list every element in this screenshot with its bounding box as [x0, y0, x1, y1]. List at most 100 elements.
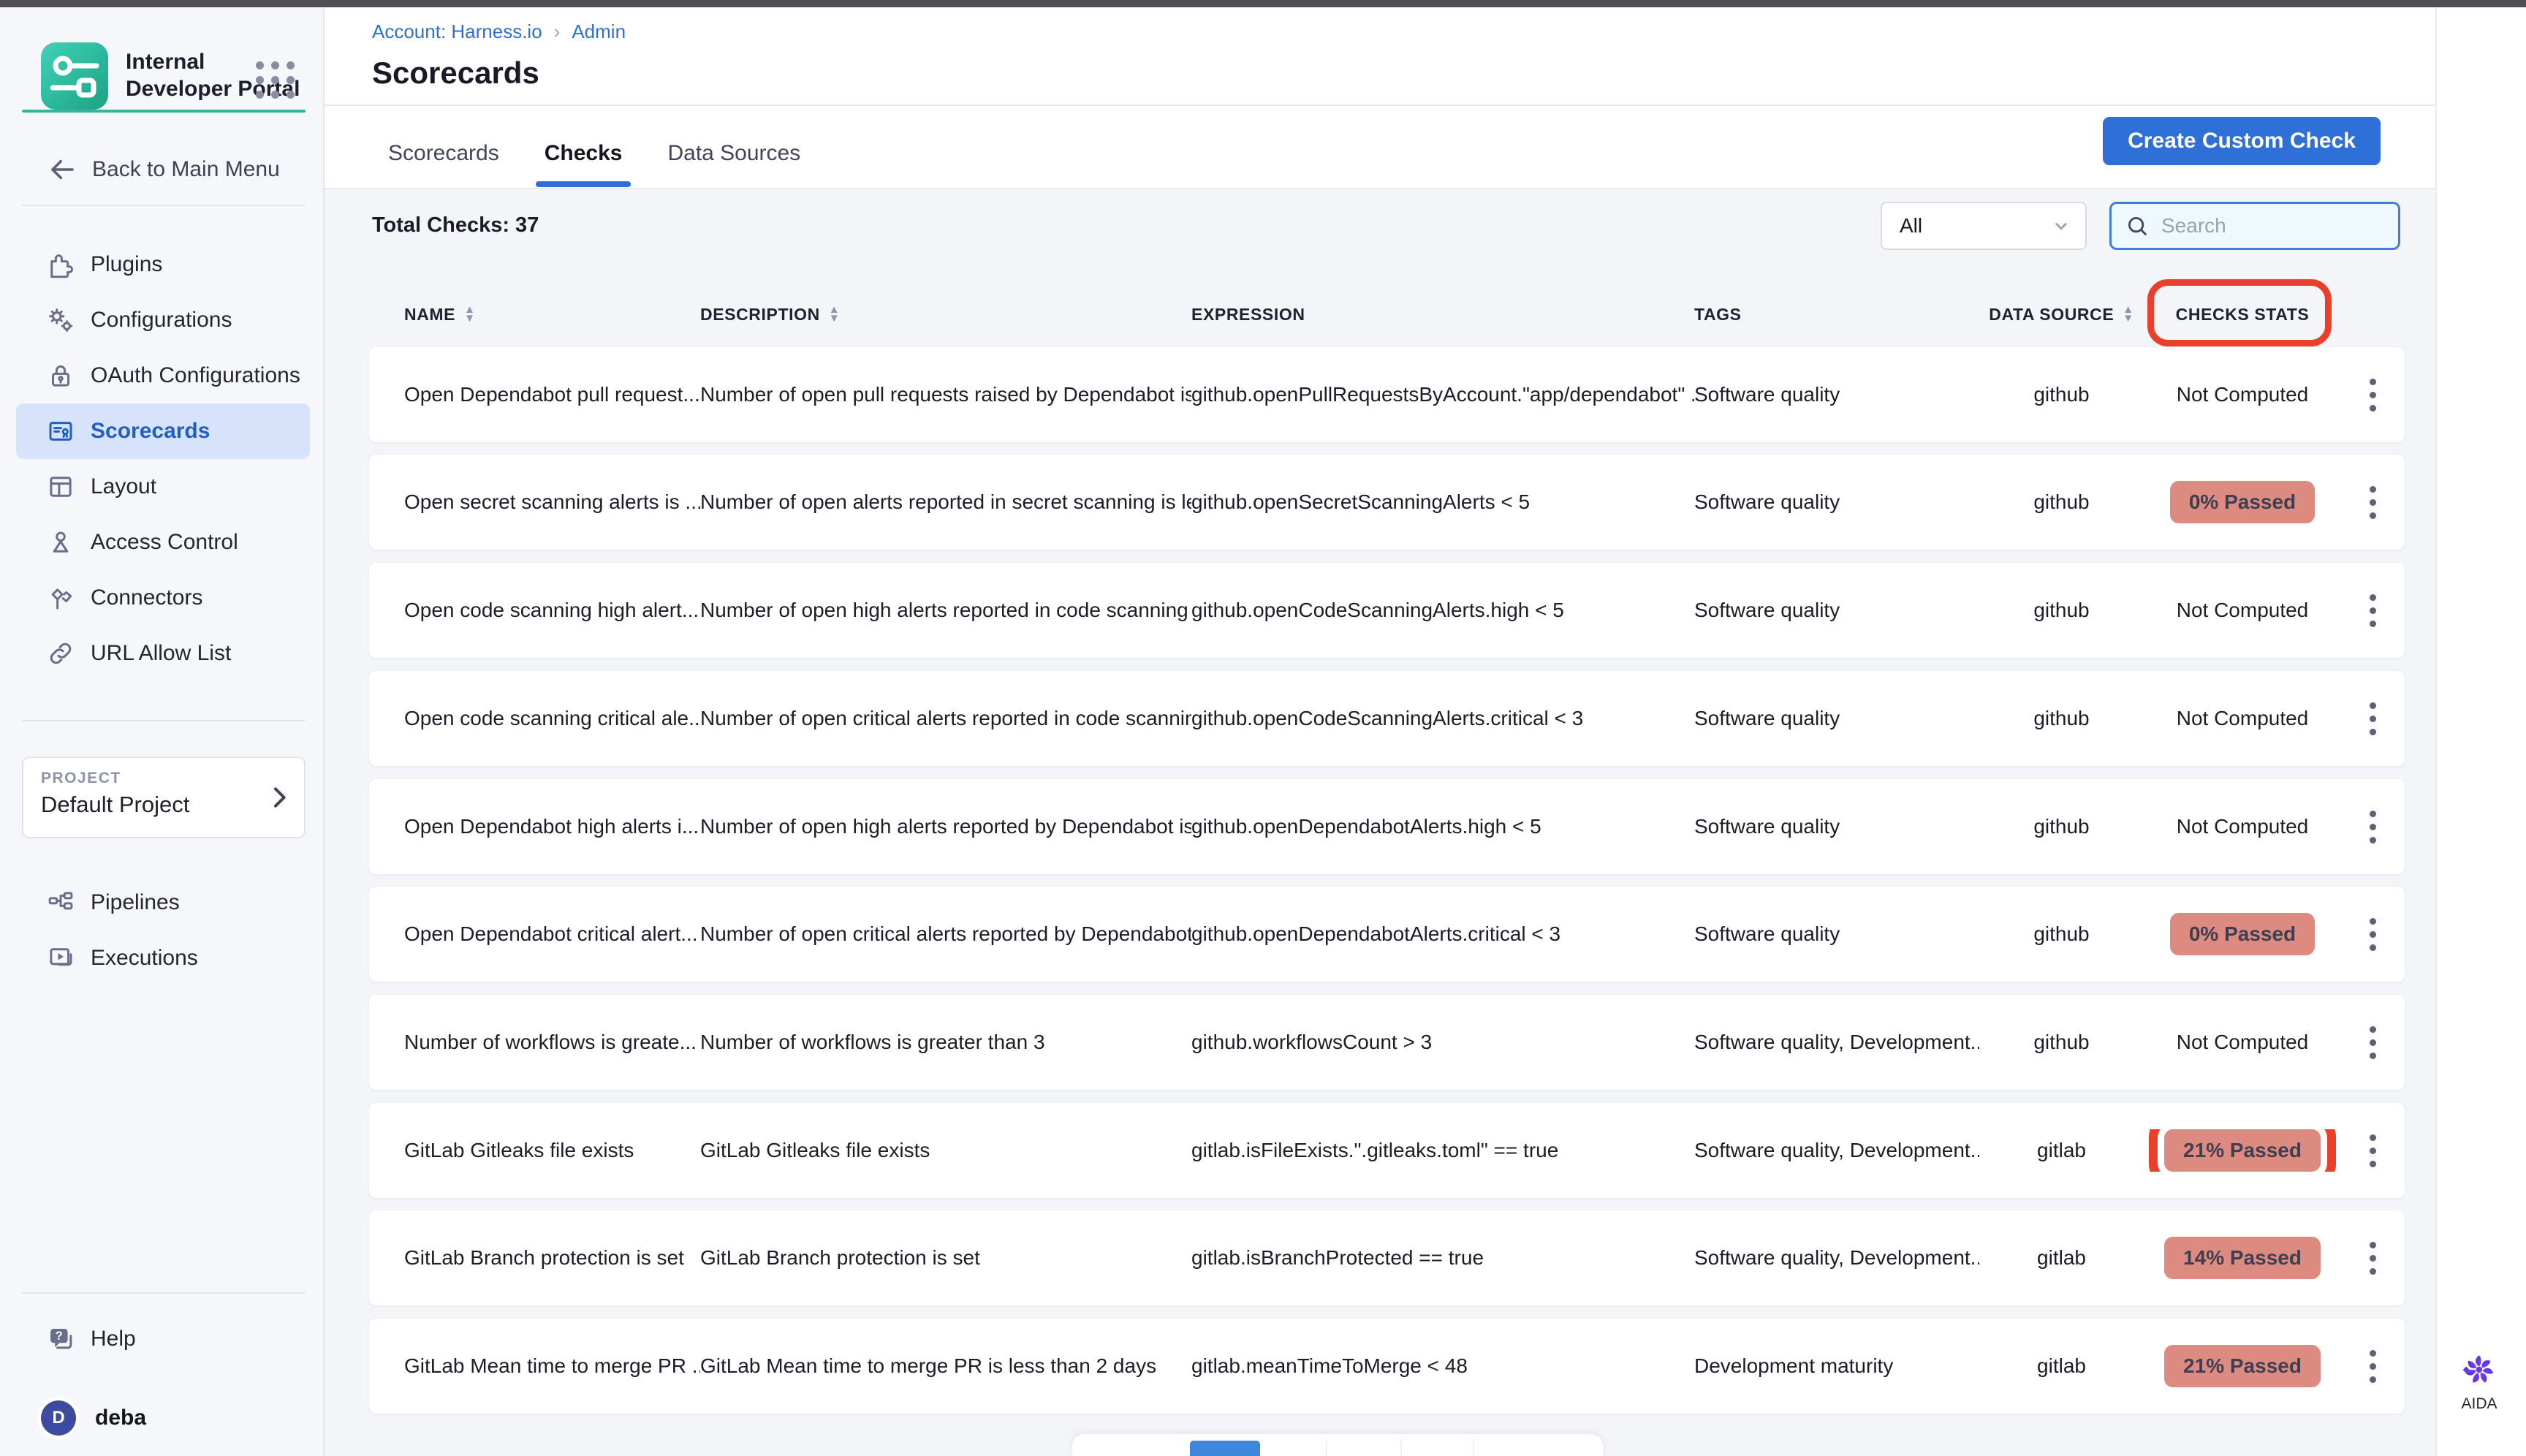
column-label: NAME: [404, 305, 455, 325]
sidebar-item-pipelines[interactable]: Pipelines: [16, 875, 310, 930]
sidebar-item-scorecards[interactable]: Scorecards: [16, 403, 310, 459]
primary-nav: Plugins Configurations OAuth Configuration…: [16, 237, 310, 681]
table-row: GitLab Mean time to merge PR ...GitLab M…: [369, 1319, 2405, 1414]
gears-icon: [45, 305, 76, 335]
kebab-menu-icon[interactable]: [2341, 379, 2405, 412]
kebab-menu-icon[interactable]: [2341, 918, 2405, 951]
total-checks-count: Total Checks: 37: [372, 213, 539, 238]
check-stats: Not Computed: [2144, 815, 2341, 838]
breadcrumb-admin-link[interactable]: Admin: [572, 20, 626, 43]
kebab-menu-icon[interactable]: [2341, 594, 2405, 627]
filter-selected-value: All: [1900, 214, 2050, 238]
kebab-menu-icon[interactable]: [2341, 811, 2405, 843]
pagination-active-page[interactable]: [1190, 1441, 1260, 1456]
check-description: GitLab Gitleaks file exists: [700, 1139, 1191, 1162]
aida-label: AIDA: [2450, 1395, 2508, 1413]
fork-icon: [45, 583, 76, 613]
breadcrumb-account-link[interactable]: Account: Harness.io: [372, 20, 542, 43]
sidebar-item-executions[interactable]: Executions: [16, 930, 310, 986]
sort-icon[interactable]: ▲▼: [829, 306, 840, 323]
sidebar-item-label: Layout: [91, 474, 156, 499]
sidebar-item-label: Executions: [91, 946, 198, 971]
check-description: GitLab Branch protection is set: [700, 1246, 1191, 1270]
row-actions-cell: [2341, 379, 2405, 412]
check-stats: 14% Passed: [2144, 1237, 2341, 1279]
check-stats: 0% Passed: [2144, 481, 2341, 523]
sidebar-item-oauth-configurations[interactable]: OAuth Configurations: [16, 348, 310, 403]
sidebar-item-layout[interactable]: Layout: [16, 459, 310, 515]
sidebar-item-access-control[interactable]: Access Control: [16, 515, 310, 570]
sort-icon[interactable]: ▲▼: [2123, 306, 2134, 323]
search-input[interactable]: [2160, 213, 2382, 238]
checks-stats-badge: 14% Passed: [2164, 1237, 2321, 1279]
check-tags: Software quality: [1694, 383, 1979, 406]
table-row: GitLab Branch protection is setGitLab Br…: [369, 1210, 2405, 1305]
tab-data-sources[interactable]: Data Sources: [667, 119, 800, 188]
check-description: Number of workflows is greater than 3: [700, 1031, 1191, 1054]
play-icon: [45, 943, 76, 974]
aida-assistant-button[interactable]: AIDA: [2450, 1351, 2508, 1413]
sidebar-item-label: Configurations: [91, 308, 232, 333]
check-expression: gitlab.isFileExists.".gitleaks.toml" == …: [1191, 1139, 1694, 1162]
column-header-name[interactable]: NAME ▲▼: [404, 305, 700, 325]
help-nav: ?Help: [16, 1311, 310, 1367]
back-to-main-menu[interactable]: Back to Main Menu: [47, 151, 280, 189]
checks-stats-badge-annotated: 21% Passed: [2164, 1129, 2321, 1172]
row-actions-cell: [2341, 486, 2405, 519]
arrow-left-icon: [47, 154, 77, 185]
table-row: Open code scanning critical ale...Number…: [369, 671, 2405, 766]
tab-checks[interactable]: Checks: [545, 119, 623, 188]
sidebar-item-plugins[interactable]: Plugins: [16, 237, 310, 292]
table-row: Number of workflows is greate...Number o…: [369, 995, 2405, 1090]
check-stats: Not Computed: [2144, 707, 2341, 730]
sidebar-item-label: URL Allow List: [91, 641, 231, 666]
kebab-menu-icon[interactable]: [2341, 702, 2405, 735]
sidebar-item-connectors[interactable]: Connectors: [16, 570, 310, 626]
column-header-checks-stats: CHECKS STATS: [2144, 305, 2341, 325]
check-name: Open Dependabot pull request...: [404, 383, 700, 406]
row-actions-cell: [2341, 918, 2405, 951]
kebab-menu-icon[interactable]: [2341, 1026, 2405, 1059]
column-label: DESCRIPTION: [700, 305, 820, 325]
sort-icon[interactable]: ▲▼: [464, 306, 475, 323]
help-icon: ?: [45, 1324, 76, 1354]
app-switcher-icon[interactable]: [256, 61, 295, 99]
sidebar-item-label: Pipelines: [91, 890, 180, 915]
sidebar-item-url-allow-list[interactable]: URL Allow List: [16, 626, 310, 681]
table-row: Open secret scanning alerts is ...Number…: [369, 455, 2405, 550]
sidebar-item-configurations[interactable]: Configurations: [16, 292, 310, 348]
person-icon: [45, 527, 76, 558]
check-tags: Development maturity: [1694, 1354, 1979, 1378]
pagination-bar[interactable]: [1072, 1434, 1603, 1456]
check-name: Number of workflows is greate...: [404, 1031, 700, 1054]
data-source-filter-select[interactable]: All: [1881, 202, 2087, 250]
check-data-source: gitlab: [1979, 1139, 2144, 1162]
column-header-data-source[interactable]: DATA SOURCE▲▼: [1979, 305, 2144, 325]
project-label: PROJECT: [41, 770, 121, 787]
create-custom-check-button[interactable]: Create Custom Check: [2103, 117, 2381, 165]
user-menu[interactable]: D deba: [16, 1390, 310, 1446]
svg-text:?: ?: [56, 1329, 63, 1343]
kebab-menu-icon[interactable]: [2341, 1134, 2405, 1167]
check-description: Number of open alerts reported in secret…: [700, 490, 1191, 514]
check-tags: Software quality, Development...: [1694, 1246, 1979, 1270]
kebab-menu-icon[interactable]: [2341, 1350, 2405, 1383]
window-top-strip: [0, 0, 2526, 7]
checks-stats-text: Not Computed: [2177, 599, 2309, 621]
puzzle-icon: [45, 249, 76, 280]
kebab-menu-icon[interactable]: [2341, 1242, 2405, 1275]
check-tags: Software quality: [1694, 490, 1979, 514]
column-header-description[interactable]: DESCRIPTION ▲▼: [700, 305, 1191, 325]
column-header-expression: EXPRESSION: [1191, 305, 1694, 325]
check-data-source: github: [1979, 1031, 2144, 1054]
kebab-menu-icon[interactable]: [2341, 486, 2405, 519]
tab-scorecards[interactable]: Scorecards: [388, 119, 499, 188]
project-selector[interactable]: PROJECT Default Project: [22, 757, 306, 838]
row-actions-cell: [2341, 1026, 2405, 1059]
check-data-source: github: [1979, 922, 2144, 946]
table-row: Open Dependabot critical alert...Number …: [369, 887, 2405, 982]
checks-stats-text: Not Computed: [2177, 707, 2309, 729]
check-stats: 21% Passed: [2144, 1129, 2341, 1172]
sidebar-item-help[interactable]: ?Help: [16, 1311, 310, 1367]
check-name: GitLab Gitleaks file exists: [404, 1139, 700, 1162]
